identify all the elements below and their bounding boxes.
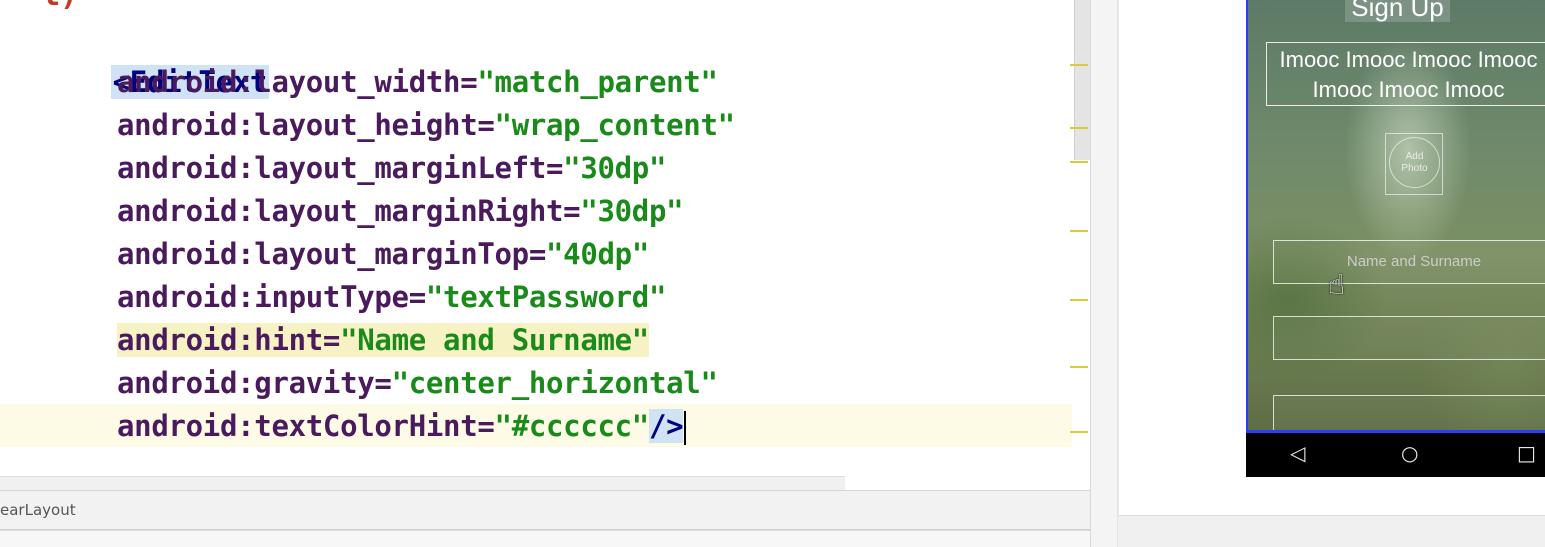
name-surname-field[interactable]: Name and Surname <box>1273 240 1545 284</box>
hand-pointer-icon: ☝ <box>1328 268 1346 301</box>
equals-sign: = <box>477 108 495 142</box>
add-photo-label-1: Add <box>1405 151 1424 162</box>
editor-vertical-scrollbar[interactable] <box>1074 0 1090 160</box>
signup-title: Sign Up <box>1248 0 1545 23</box>
equals-sign: = <box>374 366 392 400</box>
code-line-layout-width[interactable]: android:layout_width="match_parent" <box>117 61 718 104</box>
back-icon[interactable]: ◁ <box>1290 441 1305 465</box>
code-line-hint[interactable]: android:hint="Name and Surname" <box>117 319 649 362</box>
code-line-edittext-open[interactable]: <EditText <box>42 18 270 99</box>
attr-name: layout_width <box>254 65 461 99</box>
recent-apps-icon[interactable]: □ <box>1517 441 1536 465</box>
change-marker[interactable] <box>1070 299 1088 301</box>
attr-value: "textPassword" <box>425 280 667 314</box>
attr-value: "40dp" <box>546 237 649 271</box>
hint-line-highlight: android:hint="Name and Surname" <box>117 323 649 357</box>
breadcrumb-item-linearlayout[interactable]: earLayout <box>0 501 76 519</box>
attr-value: "30dp" <box>580 194 684 228</box>
change-marker[interactable] <box>1070 127 1088 129</box>
attr-prefix: android: <box>117 151 255 185</box>
attr-name: layout_marginLeft <box>254 151 546 185</box>
partial-previous-line: l) <box>42 0 78 13</box>
device-screen: Sign Up Imooc Imooc Imooc Imooc Imooc Im… <box>1246 0 1545 433</box>
android-navigation-bar: ◁ ○ □ <box>1246 433 1545 477</box>
code-editor[interactable]: l) <EditText android:layout_width="match… <box>0 0 1090 490</box>
mooc-text-box: Imooc Imooc Imooc Imooc Imooc Imooc Imoo… <box>1266 42 1545 106</box>
attr-value: "#cccccc" <box>494 409 650 443</box>
second-field[interactable] <box>1273 316 1545 360</box>
attr-value: "30dp" <box>563 151 667 185</box>
mooc-line-2: Imooc Imooc Imooc <box>1312 77 1505 102</box>
add-photo-button[interactable]: Add Photo <box>1385 133 1443 195</box>
attr-prefix: android: <box>117 409 255 443</box>
code-line-margin-left[interactable]: android:layout_marginLeft="30dp" <box>117 147 666 190</box>
attr-name: layout_height <box>254 108 478 142</box>
attr-value: "match_parent" <box>477 65 718 99</box>
mooc-line-1: Imooc Imooc Imooc Imooc <box>1279 47 1538 72</box>
editor-horizontal-scrollbar[interactable] <box>0 476 845 490</box>
text-cursor <box>684 411 687 445</box>
third-field[interactable] <box>1273 395 1545 430</box>
attr-name: textColorHint <box>254 409 478 443</box>
attr-prefix: android: <box>117 366 255 400</box>
code-line-margin-top[interactable]: android:layout_marginTop="40dp" <box>117 233 649 276</box>
attr-name: hint <box>254 323 323 357</box>
attr-prefix: android: <box>117 65 255 99</box>
attr-value: "center_horizontal" <box>391 366 718 400</box>
equals-sign: = <box>546 151 564 185</box>
attr-prefix: android: <box>117 237 255 271</box>
attr-name: layout_marginRight <box>254 194 564 228</box>
self-closing-tag: /> <box>648 409 684 443</box>
change-marker[interactable] <box>1070 366 1088 368</box>
signup-title-text: Sign Up <box>1345 0 1450 22</box>
change-marker[interactable] <box>1070 230 1088 232</box>
device-preview: Sign Up Imooc Imooc Imooc Imooc Imooc Im… <box>1246 0 1545 477</box>
change-marker[interactable] <box>1070 64 1088 66</box>
equals-sign: = <box>408 280 426 314</box>
equals-sign: = <box>563 194 581 228</box>
equals-sign: = <box>322 323 341 357</box>
attr-prefix: android: <box>117 194 255 228</box>
equals-sign: = <box>460 65 478 99</box>
editor-bottom-strip <box>0 530 1090 547</box>
code-line-text-color-hint[interactable]: android:textColorHint="#cccccc"/> <box>117 405 687 448</box>
change-marker[interactable] <box>1070 431 1088 433</box>
add-photo-circle: Add Photo <box>1389 137 1440 188</box>
attr-prefix: android: <box>117 280 255 314</box>
code-line-layout-height[interactable]: android:layout_height="wrap_content" <box>117 104 735 147</box>
breadcrumb-bar: earLayout <box>0 490 1090 530</box>
attr-value: "wrap_content" <box>494 108 736 142</box>
add-photo-label-2: Photo <box>1401 163 1428 174</box>
equals-sign: = <box>477 409 495 443</box>
attr-prefix: android: <box>117 323 255 357</box>
home-icon[interactable]: ○ <box>1401 441 1418 465</box>
preview-bottom-bar <box>1118 515 1545 547</box>
attr-name: layout_marginTop <box>254 237 529 271</box>
attr-name: gravity <box>254 366 375 400</box>
equals-sign: = <box>528 237 547 271</box>
code-line-gravity[interactable]: android:gravity="center_horizontal" <box>117 362 718 405</box>
attr-prefix: android: <box>117 108 255 142</box>
attr-name: inputType <box>254 280 409 314</box>
code-line-input-type[interactable]: android:inputType="textPassword" <box>117 276 666 319</box>
pane-divider[interactable] <box>1090 0 1118 547</box>
change-marker[interactable] <box>1070 161 1088 163</box>
attr-value: "Name and Surname" <box>340 323 649 357</box>
code-line-margin-right[interactable]: android:layout_marginRight="30dp" <box>117 190 684 233</box>
name-surname-hint: Name and Surname <box>1346 253 1482 270</box>
